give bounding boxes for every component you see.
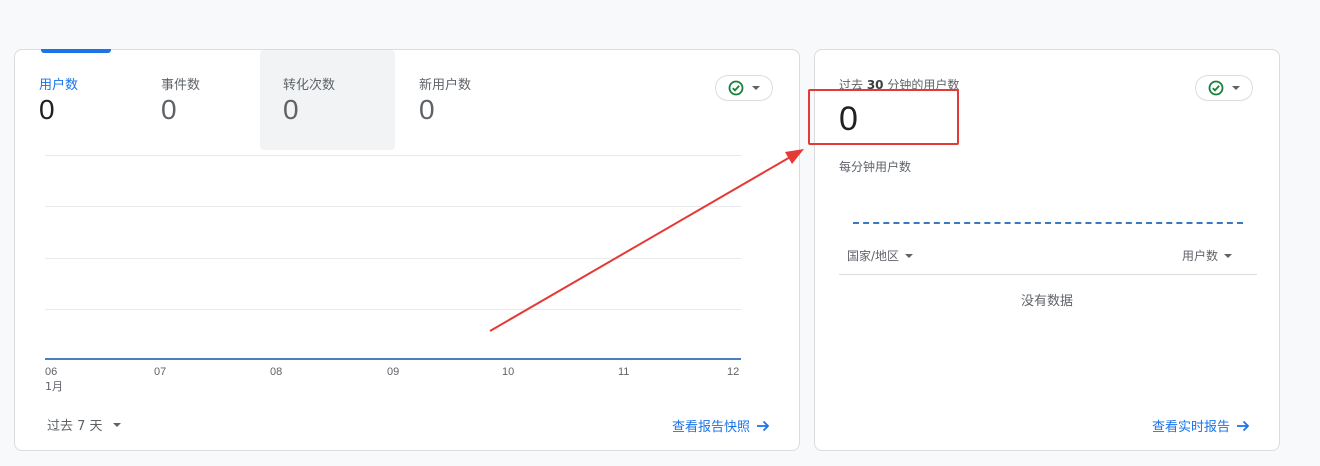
x-tick: 12 xyxy=(727,366,740,378)
view-realtime-label: 查看实时报告 xyxy=(1152,420,1231,435)
x-tick: 06 xyxy=(45,366,58,378)
chevron-down-icon xyxy=(905,253,914,258)
x-tick: 11 xyxy=(618,366,630,378)
chevron-down-icon xyxy=(1232,86,1240,90)
check-circle-icon xyxy=(1208,80,1224,96)
table-divider xyxy=(839,274,1257,275)
chevron-down-icon xyxy=(112,422,121,427)
chart-gridline xyxy=(45,309,741,310)
x-tick: 08 xyxy=(270,366,283,378)
metric-label: 转化次数 xyxy=(283,78,336,93)
annotation-highlight-box xyxy=(808,89,959,145)
metric-value: 0 xyxy=(39,94,55,125)
metric-value: 0 xyxy=(283,94,299,125)
country-column-label: 国家/地区 xyxy=(847,249,900,263)
metric-label: 事件数 xyxy=(161,78,201,93)
metric-label: 新用户数 xyxy=(419,78,472,93)
date-range-dropdown[interactable]: 过去 7 天 xyxy=(47,415,121,434)
chart-baseline xyxy=(45,358,741,360)
chart-gridline xyxy=(45,206,741,207)
metric-new-users[interactable]: 新用户数 0 xyxy=(407,50,517,150)
metric-conversions[interactable]: 转化次数 0 xyxy=(260,50,395,150)
per-minute-sparkbars xyxy=(853,222,1243,226)
view-realtime-link[interactable]: 查看实时报告 xyxy=(1152,416,1250,435)
per-minute-label: 每分钟用户数 xyxy=(839,160,912,174)
x-tick: 09 xyxy=(387,366,400,378)
date-range-label: 过去 7 天 xyxy=(47,419,103,434)
chevron-down-icon xyxy=(752,86,760,90)
arrow-right-icon xyxy=(757,420,770,431)
metric-value: 0 xyxy=(161,94,177,125)
overview-card: 用户数 0 事件数 0 转化次数 0 新用户数 0 06 07 08 09 10… xyxy=(14,49,800,451)
metric-users[interactable]: 用户数 0 xyxy=(25,50,135,150)
check-circle-icon xyxy=(728,80,744,96)
users-column-header[interactable]: 用户数 xyxy=(1182,247,1233,264)
x-tick: 07 xyxy=(154,366,167,378)
country-column-header[interactable]: 国家/地区 xyxy=(847,247,914,264)
realtime-status-dropdown[interactable] xyxy=(1195,75,1253,101)
chart-gridline xyxy=(45,155,741,156)
metric-events[interactable]: 事件数 0 xyxy=(147,50,257,150)
x-tick: 10 xyxy=(502,366,515,378)
chevron-down-icon xyxy=(1224,253,1233,258)
metric-label: 用户数 xyxy=(39,78,79,93)
view-snapshot-label: 查看报告快照 xyxy=(672,420,751,435)
arrow-right-icon xyxy=(1237,420,1250,431)
users-column-label: 用户数 xyxy=(1182,249,1219,263)
chart-gridline xyxy=(45,258,741,259)
no-data-message: 没有数据 xyxy=(1020,294,1073,309)
view-snapshot-link[interactable]: 查看报告快照 xyxy=(672,416,770,435)
data-status-dropdown[interactable] xyxy=(715,75,773,101)
metric-value: 0 xyxy=(419,94,435,125)
x-month-label: 1月 xyxy=(45,380,63,393)
